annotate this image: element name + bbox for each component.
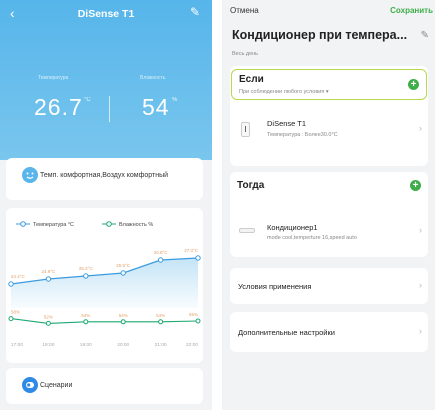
conditions-label: Условия применения [238, 282, 312, 291]
x-tick-label: 22:00 [186, 342, 198, 348]
extra-settings-label: Дополнительные настройки [238, 328, 335, 337]
scenarios-label: Сценарии [40, 382, 73, 389]
extra-settings-row[interactable]: Дополнительные настройки › [230, 312, 428, 352]
cancel-button[interactable]: Отмена [230, 6, 259, 15]
device-panel: ‹ DiSense T1 ✎ Температура 26.7 °C Влажн… [0, 0, 212, 410]
chevron-right-icon: › [419, 326, 422, 336]
legend-label: Температура °C [33, 222, 74, 228]
comfort-status-text: Темп. комфортная,Воздух комфортный [40, 172, 169, 179]
scenario-icon [22, 377, 38, 393]
humidity-data-label: 54% [156, 313, 165, 318]
humidity-point [195, 318, 201, 324]
screen: ‹ DiSense T1 ✎ Температура 26.7 °C Влажн… [0, 0, 435, 410]
condition-mode-dropdown[interactable]: При соблюдении любого условия ▾ [239, 89, 329, 95]
device-header: ‹ DiSense T1 ✎ Температура 26.7 °C Влажн… [0, 0, 212, 160]
temperature-data-label: 25.5°C [116, 263, 131, 268]
legend-marker [106, 221, 112, 227]
humidity-data-label: 54% [81, 313, 90, 318]
temperature-data-label: 24.9°C [41, 269, 56, 274]
edit-icon[interactable]: ✎ [190, 5, 200, 19]
scenarios-card[interactable]: Сценарии [6, 368, 203, 404]
temperature-point [83, 273, 89, 279]
humidity-point [83, 319, 89, 325]
automation-title: Кондиционер при темпера... [232, 28, 408, 42]
temperature-point [8, 281, 14, 287]
humidity-data-label: 58% [11, 310, 20, 315]
condition-detail: Температура : Более30.0°C [267, 132, 338, 138]
humidity-line [10, 318, 199, 324]
condition-mode-label: При соблюдении любого условия [239, 89, 325, 95]
x-tick-label: 18:00 [42, 342, 54, 348]
temperature-point [45, 276, 52, 282]
action-row[interactable]: Кондиционер1 mode cool,temperture 16,spe… [230, 214, 428, 254]
temperature-data-label: 27.0°C [184, 248, 199, 253]
temperature-value: 26.7 [34, 94, 83, 120]
sensor-icon [241, 122, 250, 137]
x-tick-label: 19:00 [80, 342, 92, 348]
device-title: DiSense T1 [77, 8, 135, 20]
humidity-point [8, 316, 14, 322]
humidity-data-label: 52% [44, 314, 53, 319]
humidity-point [158, 319, 164, 325]
humidity-point [45, 320, 51, 326]
comfort-card: Темп. комфортная,Воздух комфортный [6, 158, 203, 200]
history-chart: Температура °C Влажность % 24.4°C 24.9°C 25… [8, 221, 201, 348]
add-condition-icon[interactable]: + [408, 79, 419, 90]
humidity-value: 54 [142, 94, 170, 120]
temperature-point [157, 257, 164, 263]
humidity-data-label: 55% [189, 312, 198, 317]
automation-editor: Отмена Сохранить Кондиционер при темпера… [222, 0, 435, 410]
temperature-label: Температура [38, 75, 69, 81]
temperature-data-label: 25.2°C [79, 266, 94, 271]
action-detail: mode cool,temperture 16,speed auto [267, 235, 357, 241]
x-tick-label: 20:00 [117, 342, 129, 348]
add-action-icon[interactable]: + [410, 180, 421, 191]
air-conditioner-icon [239, 228, 255, 233]
condition-device-name: DiSense T1 [267, 119, 307, 128]
condition-row[interactable]: DiSense T1 Температура : Более30.0°C › [230, 105, 428, 157]
chevron-right-icon: › [419, 123, 422, 133]
humidity-unit: % [172, 97, 178, 103]
humidity-data-label: 54% [119, 313, 128, 318]
edit-name-icon[interactable]: ✎ [421, 30, 429, 41]
history-chart-card[interactable]: Температура °C Влажность % 24.4°C 24.9°C 25… [6, 208, 203, 363]
chevron-right-icon: › [419, 225, 422, 235]
humidity-point [120, 319, 126, 325]
temperature-data-label: 24.4°C [11, 274, 26, 279]
action-device-name: Кондиционер1 [267, 223, 318, 232]
temperature-data-label: 26.8°C [154, 250, 169, 255]
conditions-row[interactable]: Условия применения › [230, 268, 428, 304]
smile-icon [22, 167, 38, 183]
temperature-unit: °C [84, 97, 91, 103]
schedule-text[interactable]: Весь день [232, 51, 258, 57]
temperature-area [11, 258, 198, 308]
temperature-point [195, 255, 201, 261]
temperature-point [120, 270, 126, 276]
chevron-right-icon: › [419, 280, 422, 290]
divider [109, 96, 110, 122]
then-card: Тогда + Кондиционер1 mode cool,tempertur… [230, 172, 428, 257]
then-title: Тогда [237, 180, 265, 191]
legend-label: Влажность % [119, 222, 153, 228]
legend-marker [20, 221, 26, 227]
save-button[interactable]: Сохранить [390, 6, 433, 15]
if-condition-header[interactable]: Если При соблюдении любого условия ▾ + [231, 69, 427, 100]
humidity-label: Влажность [140, 75, 166, 81]
if-title: Если [239, 74, 264, 85]
x-tick-label: 21:00 [155, 342, 167, 348]
x-tick-label: 17:00 [11, 342, 23, 348]
